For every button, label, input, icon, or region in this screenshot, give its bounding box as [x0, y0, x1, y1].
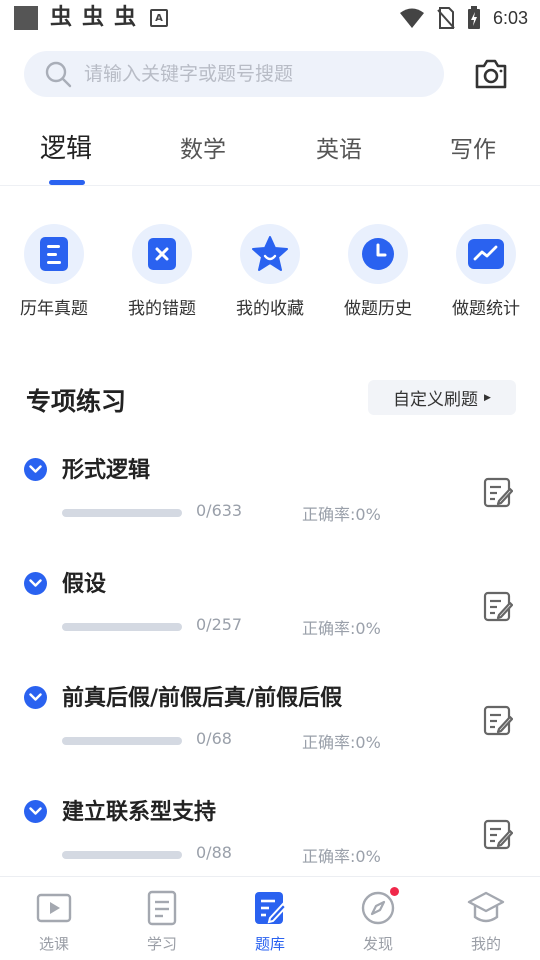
tab-math[interactable]: 数学	[180, 130, 226, 164]
section-title: 专项练习	[26, 387, 127, 416]
quick-icon-bg	[24, 224, 84, 284]
custom-practice-label: 自定义刷题	[393, 390, 479, 410]
nav-profile[interactable]: 我的	[432, 889, 540, 954]
quick-label: 做题历史	[344, 299, 412, 319]
quick-history[interactable]: 做题历史	[324, 224, 432, 319]
quick-my-mistakes[interactable]: 我的错题	[108, 224, 216, 319]
battery-charging-icon	[467, 6, 480, 29]
quick-my-favorites[interactable]: 我的收藏	[216, 224, 324, 319]
practice-title: 建立联系型支持	[62, 800, 217, 825]
quick-icon-bg	[240, 224, 300, 284]
search-icon	[45, 61, 72, 88]
expand-chevron-icon[interactable]	[24, 686, 47, 709]
progress-bar	[62, 509, 182, 517]
custom-practice-button[interactable]: 自定义刷题 ▶	[368, 380, 516, 415]
bug-icon: 虫	[50, 5, 73, 30]
expand-chevron-icon[interactable]	[24, 800, 47, 823]
notification-square-icon	[14, 6, 38, 30]
expand-chevron-icon[interactable]	[24, 572, 47, 595]
edit-practice-icon[interactable]	[483, 818, 513, 850]
progress-bar	[62, 851, 182, 859]
camera-button[interactable]	[472, 55, 510, 93]
practice-item[interactable]: 前真后假/前假后真/前假后假 0/68 正确率:0%	[0, 674, 540, 788]
quick-icon-bg	[348, 224, 408, 284]
clock-time: 6:03	[492, 7, 528, 28]
wrong-x-icon	[148, 238, 176, 270]
no-sim-icon	[437, 7, 455, 29]
practice-item[interactable]: 假设 0/257 正确率:0%	[0, 560, 540, 674]
status-bar: 虫 虫 虫 A 6:03	[0, 0, 540, 36]
quick-label: 历年真题	[20, 299, 88, 319]
bug-icon: 虫	[82, 5, 105, 30]
wifi-icon	[399, 8, 424, 28]
accuracy-text: 正确率:0%	[302, 619, 381, 638]
nav-label: 学习	[146, 935, 177, 953]
document-list-icon	[40, 237, 68, 271]
question-bank-icon	[251, 889, 289, 927]
book-icon	[143, 889, 181, 927]
quick-label: 我的收藏	[236, 299, 304, 319]
nav-label: 发现	[362, 935, 393, 953]
trend-chart-icon	[468, 239, 504, 269]
accuracy-text: 正确率:0%	[302, 733, 381, 752]
edit-practice-icon[interactable]	[483, 704, 513, 736]
quick-icon-bg	[132, 224, 192, 284]
quick-entries: 历年真题 我的错题 我的收藏 做题历史 做题统计	[0, 224, 540, 324]
progress-count: 0/633	[196, 501, 243, 520]
camera-icon	[475, 59, 507, 89]
compass-icon	[359, 887, 399, 927]
tab-active-indicator	[49, 180, 85, 185]
edit-practice-icon[interactable]	[483, 476, 513, 508]
accuracy-text: 正确率:0%	[302, 505, 381, 524]
practice-title: 假设	[62, 572, 107, 597]
progress-bar	[62, 623, 182, 631]
tab-logic[interactable]: 逻辑	[40, 128, 92, 165]
notification-dot	[390, 887, 399, 896]
font-a-icon: A	[150, 9, 169, 27]
quick-icon-bg	[456, 224, 516, 284]
tab-english[interactable]: 英语	[316, 130, 362, 164]
practice-title: 前真后假/前假后真/前假后假	[62, 686, 343, 711]
accuracy-text: 正确率:0%	[302, 847, 381, 866]
progress-count: 0/257	[196, 615, 243, 634]
nav-label: 题库	[254, 935, 285, 953]
subject-tabs: 逻辑 数学 英语 写作	[0, 124, 540, 186]
quick-statistics[interactable]: 做题统计	[432, 224, 540, 319]
clock-icon	[362, 238, 394, 270]
quick-label: 我的错题	[128, 299, 196, 319]
nav-discover[interactable]: 发现	[324, 887, 432, 954]
bottom-nav: 选课 学习 题库 发现 我的	[0, 876, 540, 960]
nav-courses[interactable]: 选课	[0, 889, 108, 954]
bug-icon: 虫	[114, 5, 137, 30]
play-video-icon	[35, 889, 73, 927]
progress-count: 0/88	[196, 843, 232, 862]
nav-label: 我的	[470, 935, 501, 953]
expand-chevron-icon[interactable]	[24, 458, 47, 481]
caret-right-icon: ▶	[484, 392, 491, 403]
practice-title: 形式逻辑	[62, 458, 151, 483]
nav-question-bank[interactable]: 题库	[216, 889, 324, 954]
star-icon	[252, 236, 288, 271]
nav-label: 选课	[38, 935, 69, 953]
search-input[interactable]	[84, 63, 414, 85]
quick-past-exams[interactable]: 历年真题	[0, 224, 108, 319]
progress-count: 0/68	[196, 729, 232, 748]
nav-study[interactable]: 学习	[108, 889, 216, 954]
search-row	[24, 51, 516, 97]
tab-writing[interactable]: 写作	[450, 130, 496, 164]
graduation-cap-icon	[467, 889, 505, 927]
edit-practice-icon[interactable]	[483, 590, 513, 622]
progress-bar	[62, 737, 182, 745]
search-box[interactable]	[24, 51, 444, 97]
quick-label: 做题统计	[452, 299, 520, 319]
practice-item[interactable]: 形式逻辑 0/633 正确率:0%	[0, 446, 540, 560]
